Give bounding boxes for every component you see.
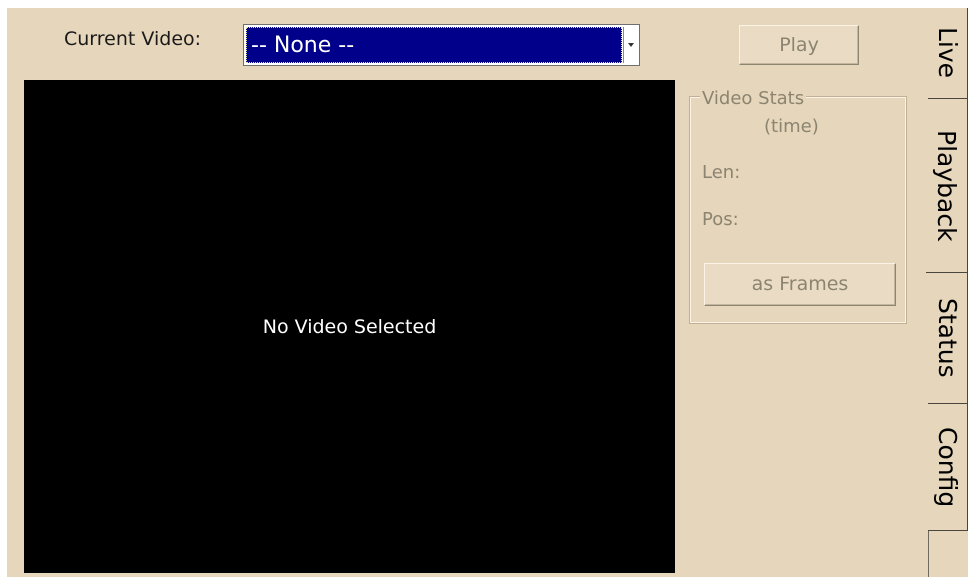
tab-live[interactable]: Live	[928, 8, 968, 99]
current-video-dropdown[interactable]: -- None --	[243, 24, 640, 66]
position-label: Pos:	[702, 209, 739, 230]
video-stats-unit: (time)	[764, 116, 819, 137]
tab-playback[interactable]: Playback	[926, 99, 968, 273]
length-label: Len:	[702, 162, 741, 183]
current-video-label: Current Video:	[64, 28, 202, 50]
tab-live-label: Live	[933, 27, 962, 79]
tab-bar: Live Playback Status Config	[926, 8, 968, 577]
as-frames-button[interactable]: as Frames	[704, 263, 896, 306]
video-display: No Video Selected	[24, 80, 675, 573]
dropdown-arrow-icon[interactable]	[623, 27, 638, 63]
tab-status-label: Status	[933, 298, 962, 378]
tab-playback-label: Playback	[932, 129, 961, 242]
play-button[interactable]: Play	[739, 25, 859, 65]
no-video-message: No Video Selected	[262, 315, 437, 338]
video-stats-title: Video Stats	[700, 88, 807, 109]
playback-panel: Current Video: -- None -- Play No Video …	[7, 8, 968, 577]
tab-status[interactable]: Status	[928, 273, 968, 404]
current-video-selected-value[interactable]: -- None --	[246, 27, 622, 63]
tab-config-label: Config	[933, 426, 962, 508]
tab-config[interactable]: Config	[928, 404, 968, 531]
